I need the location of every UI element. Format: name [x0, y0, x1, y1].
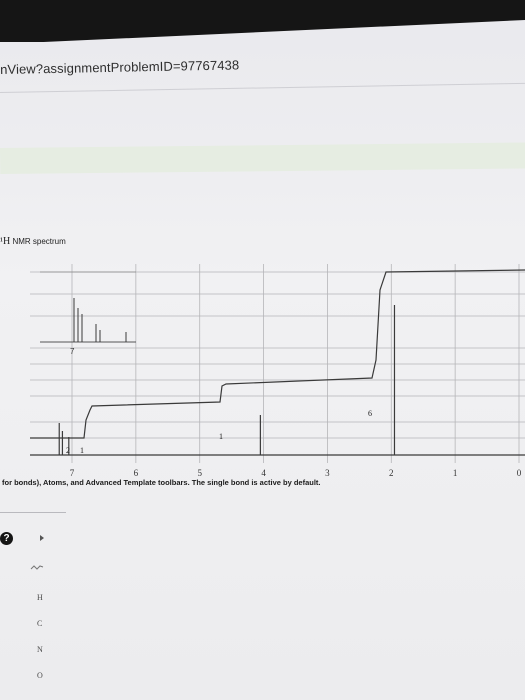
atom-h-button[interactable]: H: [37, 593, 43, 602]
integral-curve: [30, 269, 525, 439]
x-tick-label: 0: [517, 468, 522, 478]
integration-label: 6: [368, 409, 372, 418]
atom-o-button[interactable]: O: [37, 671, 43, 680]
x-tick-label: 5: [197, 468, 202, 478]
inset-tick-label: 7: [70, 347, 75, 356]
x-tick-label: 3: [325, 468, 330, 478]
toolbar-instructions: for bonds), Atoms, and Advanced Template…: [2, 478, 321, 487]
atom-c-button[interactable]: C: [37, 619, 42, 628]
nmr-spectrum-figure: 7 7 6 5 4 3 2 1 0 2 1 1 6: [0, 250, 525, 483]
x-tick-label: 2: [389, 468, 394, 478]
caret-right-icon[interactable]: [40, 535, 44, 541]
integral-trace: [30, 269, 525, 439]
section-divider: [0, 512, 66, 513]
x-tick-label: 6: [134, 468, 139, 478]
nmr-title-text: NMR spectrum: [10, 237, 66, 246]
nmr-spectrum-svg: 7 7 6 5 4 3 2 1 0 2 1 1 6: [30, 264, 525, 478]
integration-label: 1: [219, 432, 223, 441]
inset-spectrum: 7: [40, 271, 136, 356]
x-tick-label: 1: [453, 468, 458, 478]
x-tick-label: 7: [70, 468, 75, 478]
assignment-header-band: [0, 142, 525, 174]
spectrum-grid: [30, 264, 525, 463]
help-icon[interactable]: ?: [0, 532, 13, 545]
nmr-spectrum-title: ¹H NMR spectrum: [0, 236, 66, 247]
integration-label: 1: [80, 446, 84, 455]
atoms-toolbar: H C N O: [0, 556, 78, 700]
x-axis-ticks: 7 6 5 4 3 2 1 0: [70, 468, 522, 478]
integration-label: 2: [66, 446, 70, 455]
nmr-title-nucleus: ¹H: [0, 236, 11, 247]
integration-labels: 2 1 1 6: [66, 409, 372, 455]
atom-n-button[interactable]: N: [37, 645, 43, 654]
x-tick-label: 4: [261, 468, 266, 478]
